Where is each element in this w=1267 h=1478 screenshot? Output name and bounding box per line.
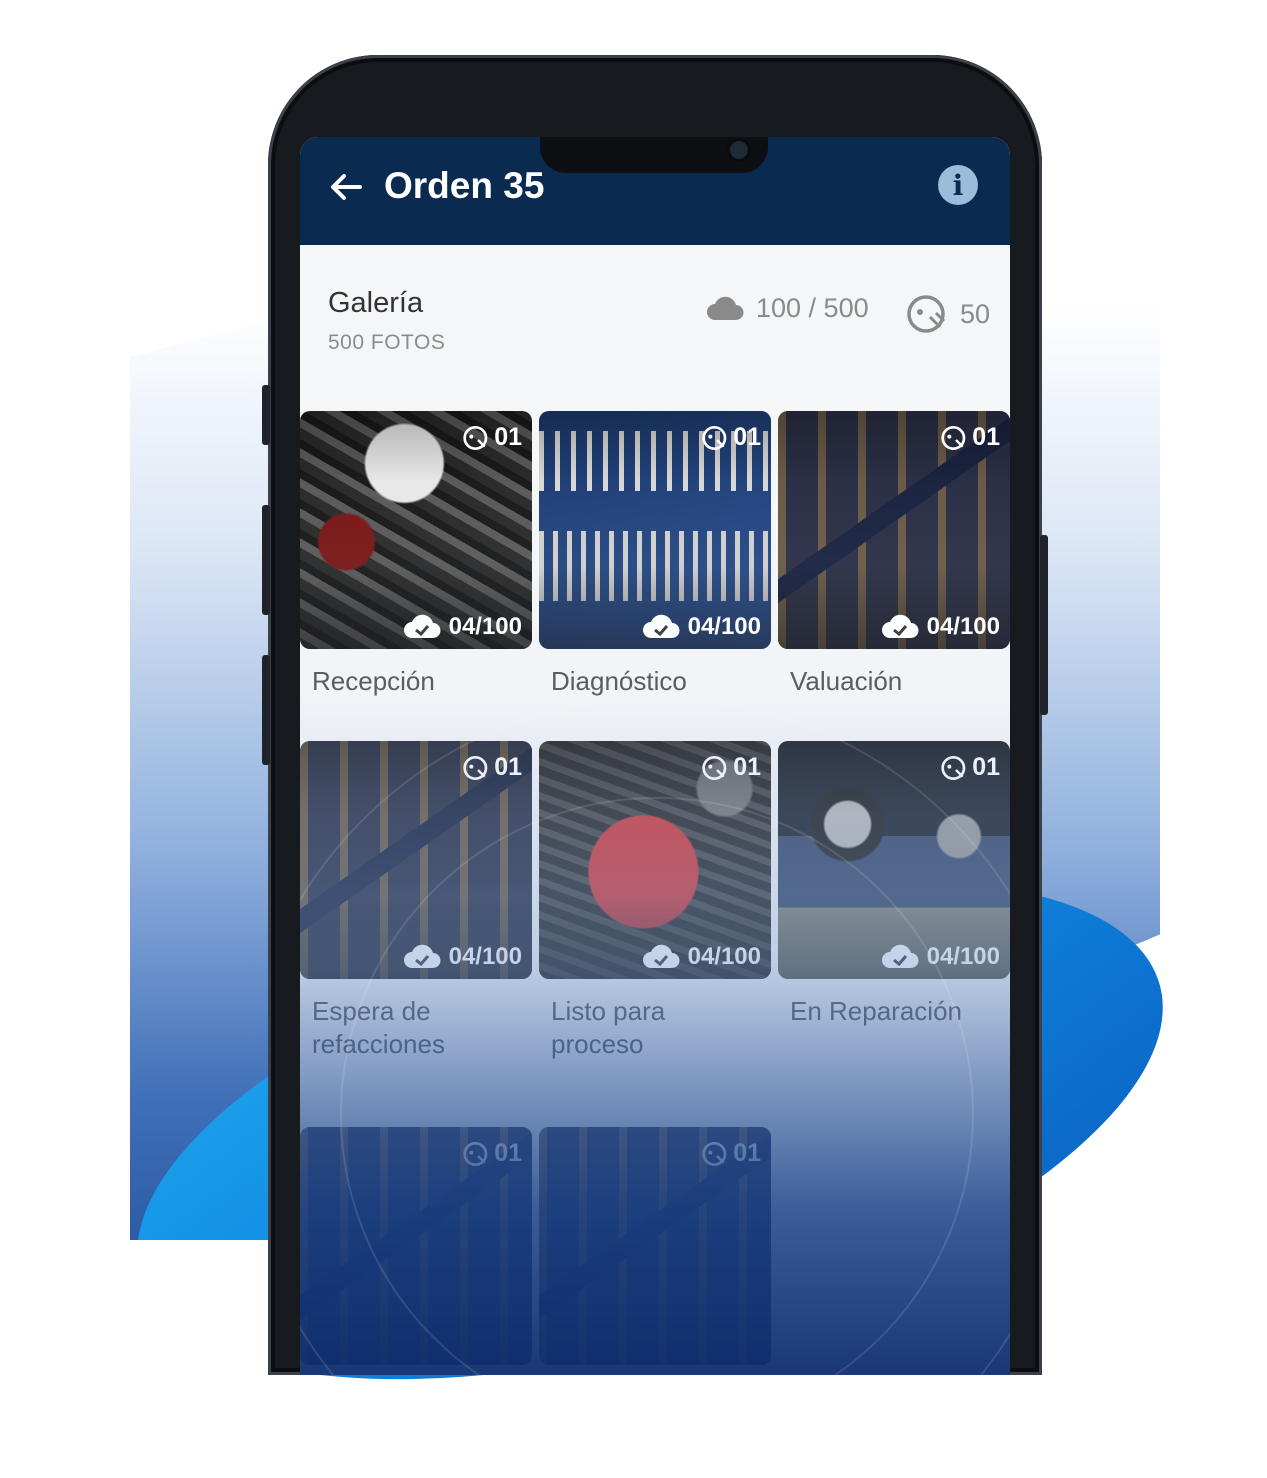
ai-count: 01 bbox=[972, 423, 1000, 451]
ai-face-icon bbox=[702, 1141, 727, 1166]
cloud-stat-value: 100 / 500 bbox=[756, 293, 869, 323]
ai-count-badge: 01 bbox=[462, 753, 522, 782]
ai-stat-value: 50 bbox=[960, 298, 991, 329]
cloud-check-icon bbox=[403, 944, 441, 968]
gallery-item-label: Espera de refacciones bbox=[312, 996, 445, 1059]
gallery-item-label: Valuación bbox=[790, 666, 903, 696]
gallery-item-diagnostico[interactable]: 01 04/100 Diagnóstico bbox=[539, 411, 771, 698]
gallery-item-label: Listo para proceso bbox=[551, 996, 666, 1059]
cloud-check-icon bbox=[642, 944, 680, 968]
thumbnail[interactable]: 01 bbox=[539, 1127, 771, 1365]
gallery-item-8[interactable]: 01 bbox=[539, 1127, 771, 1365]
phone-notch bbox=[540, 137, 768, 173]
ai-face-icon bbox=[463, 1141, 488, 1166]
ai-face-icon bbox=[463, 755, 488, 780]
ai-count-badge: 01 bbox=[701, 423, 761, 452]
cloud-check-icon bbox=[881, 614, 919, 638]
ai-face-icon bbox=[702, 425, 727, 450]
gallery-title: Galería bbox=[328, 287, 424, 319]
ai-count-badge: 01 bbox=[701, 753, 761, 782]
gallery-item-7[interactable]: 01 bbox=[300, 1127, 532, 1365]
upload-count-badge: 04/100 bbox=[642, 943, 761, 971]
upload-count: 04/100 bbox=[448, 613, 522, 640]
cloud-check-icon bbox=[403, 614, 441, 638]
gallery-item-label: Recepción bbox=[312, 666, 435, 696]
ai-count: 01 bbox=[733, 423, 761, 451]
gallery-item-recepcion[interactable]: 01 04/100 Recepción bbox=[300, 411, 532, 698]
cloud-stat: 100 / 500 bbox=[706, 293, 869, 324]
phone-volume-down-button bbox=[262, 655, 270, 765]
ai-face-icon bbox=[907, 295, 946, 333]
upload-count: 04/100 bbox=[687, 943, 761, 970]
ai-count: 01 bbox=[494, 1139, 522, 1167]
upload-count: 04/100 bbox=[687, 613, 761, 640]
ai-count: 01 bbox=[494, 753, 522, 781]
gallery-item-espera-refacciones[interactable]: 01 04/100 Espera de refacciones bbox=[300, 741, 532, 1061]
cloud-check-icon bbox=[881, 944, 919, 968]
phone-power-button bbox=[1040, 535, 1048, 715]
gallery-item-label: Diagnóstico bbox=[551, 666, 687, 696]
ai-count-badge: 01 bbox=[701, 1139, 761, 1168]
phone-screen: Orden 35 i Galería 500 FOTOS 100 / 500 5… bbox=[300, 137, 1010, 1375]
upload-count: 04/100 bbox=[448, 943, 522, 970]
ai-count: 01 bbox=[733, 1139, 761, 1167]
ai-stat: 50 bbox=[906, 293, 990, 335]
phone-mute-button bbox=[262, 385, 270, 445]
upload-count-badge: 04/100 bbox=[403, 943, 522, 971]
gallery-item-en-reparacion[interactable]: 01 04/100 En Reparación bbox=[778, 741, 1010, 1028]
thumbnail[interactable]: 01 04/100 bbox=[778, 411, 1010, 649]
ai-face-icon bbox=[941, 425, 966, 450]
ai-count: 01 bbox=[494, 423, 522, 451]
info-icon[interactable]: i bbox=[938, 165, 978, 205]
thumbnail[interactable]: 01 04/100 bbox=[539, 411, 771, 649]
gallery-item-label: En Reparación bbox=[790, 996, 962, 1026]
arrow-left-icon[interactable] bbox=[326, 167, 366, 207]
thumbnail[interactable]: 01 04/100 bbox=[539, 741, 771, 979]
ai-count-badge: 01 bbox=[462, 423, 522, 452]
ai-count-badge: 01 bbox=[940, 423, 1000, 452]
upload-count-badge: 04/100 bbox=[881, 613, 1000, 641]
gallery-item-listo-proceso[interactable]: 01 04/100 Listo para proceso bbox=[539, 741, 771, 1061]
thumbnail[interactable]: 01 04/100 bbox=[300, 741, 532, 979]
thumbnail[interactable]: 01 bbox=[300, 1127, 532, 1365]
ai-count-badge: 01 bbox=[462, 1139, 522, 1168]
thumbnail[interactable]: 01 04/100 bbox=[300, 411, 532, 649]
upload-count-badge: 04/100 bbox=[881, 943, 1000, 971]
phone-frame: Orden 35 i Galería 500 FOTOS 100 / 500 5… bbox=[262, 55, 1048, 1375]
page-title: Orden 35 bbox=[384, 165, 545, 206]
cloud-icon bbox=[707, 296, 744, 320]
ai-count: 01 bbox=[972, 753, 1000, 781]
ai-face-icon bbox=[463, 425, 488, 450]
ai-count-badge: 01 bbox=[940, 753, 1000, 782]
ai-count: 01 bbox=[733, 753, 761, 781]
upload-count-badge: 04/100 bbox=[403, 613, 522, 641]
ai-face-icon bbox=[941, 755, 966, 780]
gallery-header: Galería 500 FOTOS 100 / 500 50 bbox=[300, 245, 1010, 385]
upload-count-badge: 04/100 bbox=[642, 613, 761, 641]
upload-count: 04/100 bbox=[926, 613, 1000, 640]
thumbnail[interactable]: 01 04/100 bbox=[778, 741, 1010, 979]
upload-count: 04/100 bbox=[926, 943, 1000, 970]
gallery-photo-count: 500 FOTOS bbox=[328, 331, 446, 354]
cloud-check-icon bbox=[642, 614, 680, 638]
gallery-item-valuacion[interactable]: 01 04/100 Valuación bbox=[778, 411, 1010, 698]
phone-volume-up-button bbox=[262, 505, 270, 615]
ai-face-icon bbox=[702, 755, 727, 780]
camera-icon bbox=[730, 141, 748, 159]
